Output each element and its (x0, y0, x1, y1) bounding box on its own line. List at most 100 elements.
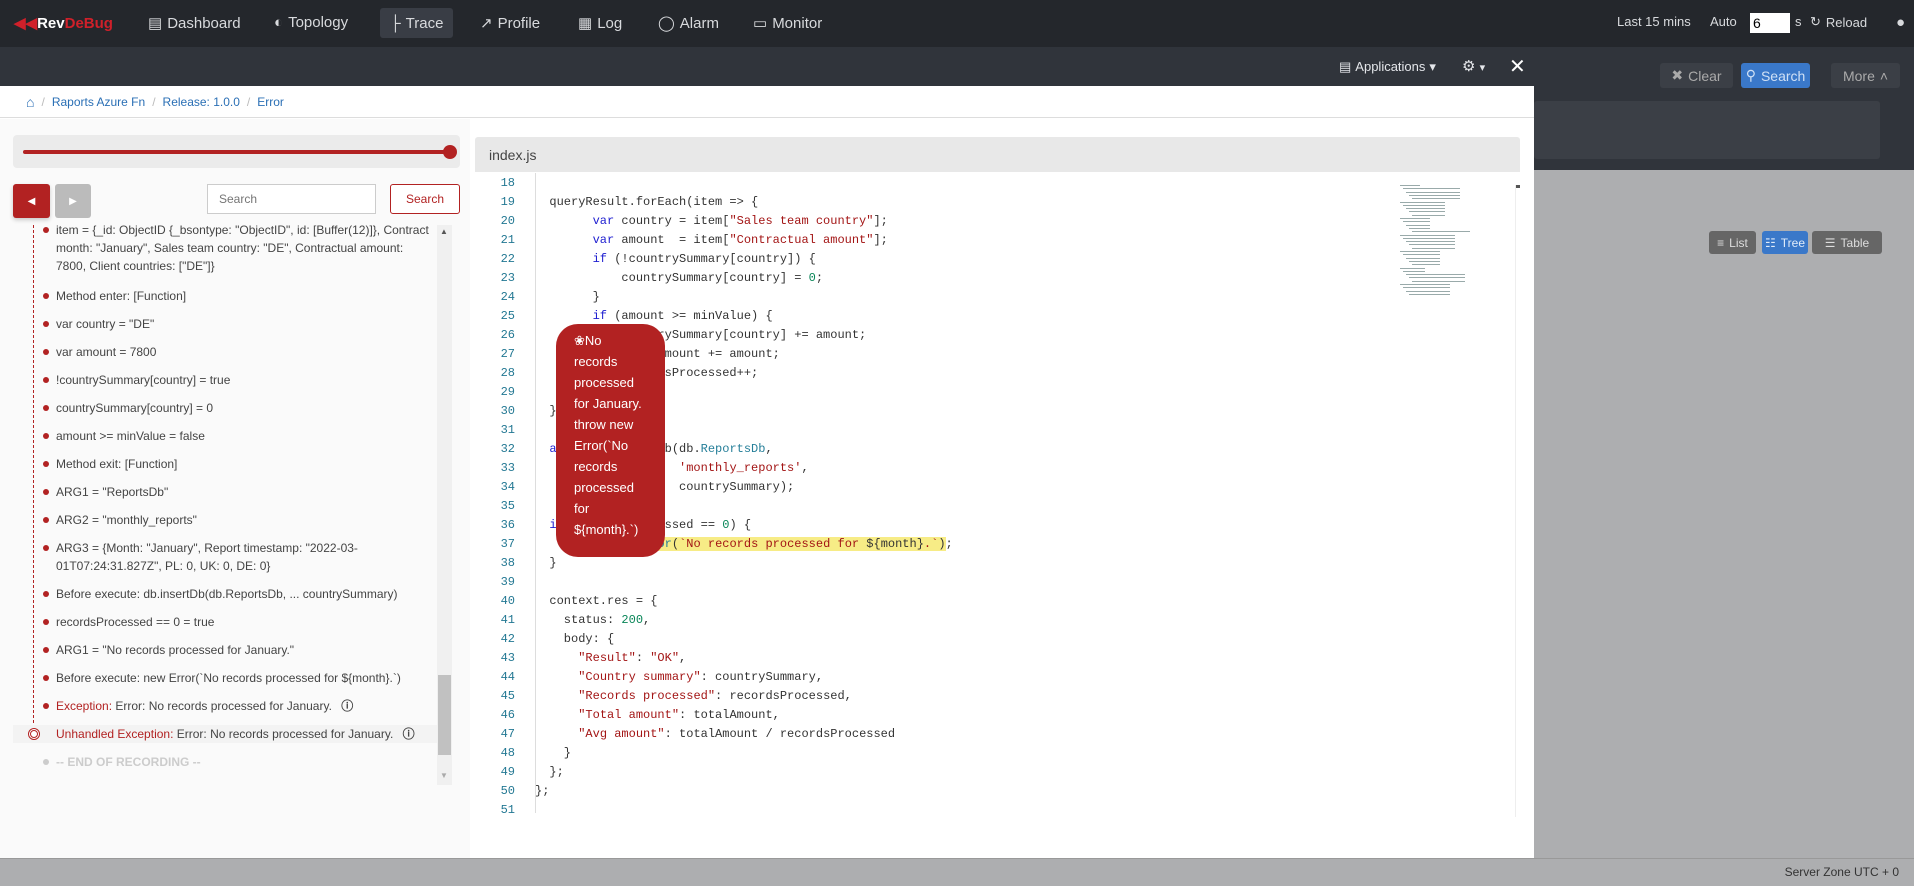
view-label: List (1729, 235, 1748, 250)
code-line[interactable]: 50}; (475, 782, 1375, 801)
info-icon[interactable]: ⓘ (338, 699, 353, 713)
line-code: "Avg amount": totalAmount / recordsProce… (535, 725, 895, 744)
step-forward-button[interactable]: ▶ (55, 184, 91, 218)
trace-item[interactable]: var country = "DE" (43, 315, 436, 333)
logo[interactable]: ◀◀RevDeBug (14, 14, 113, 32)
info-icon[interactable]: ⓘ (399, 727, 415, 741)
search-button[interactable]: ⚲ Search (1741, 63, 1810, 88)
code-line[interactable]: 21 var amount = item["Contractual amount… (475, 231, 1375, 250)
breadcrumb-error[interactable]: Error (257, 95, 284, 109)
code-line[interactable]: 42 body: { (475, 630, 1375, 649)
interval-input[interactable] (1750, 13, 1790, 33)
code-line[interactable]: 39 (475, 573, 1375, 592)
code-token: ]; (873, 214, 888, 228)
line-number: 23 (500, 271, 515, 285)
nav-profile[interactable]: ↗ Profile (480, 14, 540, 33)
code-line[interactable]: 44 "Country summary": countrySummary, (475, 668, 1375, 687)
trace-item[interactable]: -- END OF RECORDING -- (43, 753, 436, 771)
trace-item[interactable]: Before execute: new Error(`No records pr… (43, 669, 436, 687)
auto-text: Auto (1710, 14, 1737, 29)
line-number: 44 (500, 670, 515, 684)
line-code: var country = item["Sales team country"]… (535, 212, 888, 231)
trace-item[interactable]: Method exit: [Function] (43, 455, 436, 473)
view-list-button[interactable]: ≡ List (1709, 231, 1756, 254)
code-token: }; (535, 784, 550, 798)
time-range[interactable]: Last 15 mins (1617, 14, 1691, 29)
trace-search-button[interactable]: Search (390, 184, 460, 214)
code-line[interactable]: 23 countrySummary[country] = 0; (475, 269, 1375, 288)
trace-item[interactable]: Method enter: [Function] (43, 287, 436, 305)
trace-item[interactable]: Before execute: db.insertDb(db.ReportsDb… (43, 585, 436, 603)
reload-button[interactable]: ↻ Reload (1810, 14, 1867, 30)
code-token: queryResult.forEach(item => { (535, 195, 759, 209)
trace-item[interactable]: ARG1 = "ReportsDb" (43, 483, 436, 501)
nav-trace[interactable]: ├ Trace (380, 8, 454, 38)
trace-item[interactable]: ARG1 = "No records processed for January… (43, 641, 436, 659)
code-line[interactable]: 22 if (!countrySummary[country]) { (475, 250, 1375, 269)
trace-item[interactable]: !countrySummary[country] = true (43, 371, 436, 389)
trace-text: !countrySummary[country] = true (56, 373, 231, 387)
nav-log[interactable]: ▦ Log (578, 14, 622, 33)
nav-alarm[interactable]: ◯ Alarm (658, 14, 719, 33)
code-line[interactable]: 49 }; (475, 763, 1375, 782)
code-line[interactable]: 18 (475, 174, 1375, 193)
editor-scrollbar[interactable] (1515, 185, 1520, 817)
code-line[interactable]: 46 "Total amount": totalAmount, (475, 706, 1375, 725)
nav-topology[interactable]: ◐ Topology (274, 14, 348, 31)
home-icon[interactable]: ⌂ (26, 94, 34, 110)
nav-monitor[interactable]: ▭ Monitor (753, 14, 822, 33)
scrollbar-thumb[interactable] (438, 675, 451, 755)
minimap[interactable] (1390, 185, 1520, 305)
minimap-line (1412, 214, 1445, 216)
code-line[interactable]: 24 } (475, 288, 1375, 307)
user-icon[interactable]: ● (1896, 14, 1905, 31)
more-button[interactable]: More ˄ (1831, 63, 1900, 88)
trace-item[interactable]: var amount = 7800 (43, 343, 436, 361)
code-token: "Contractual amount" (729, 233, 874, 247)
top-navbar: ◀◀RevDeBug ▤ Dashboard ◐ Topology ├ Trace ↗… (0, 0, 1914, 47)
trace-dot-icon (43, 461, 49, 467)
code-line[interactable]: 51 (475, 801, 1375, 820)
step-back-button[interactable]: ◀ (13, 184, 50, 218)
view-tree-button[interactable]: ☷ Tree (1762, 231, 1808, 254)
nav-dashboard[interactable]: ▤ Dashboard (148, 14, 241, 33)
code-line[interactable]: 19 queryResult.forEach(item => { (475, 193, 1375, 212)
scroll-down-icon[interactable]: ▼ (440, 771, 448, 780)
line-number: 31 (500, 423, 515, 437)
code-line[interactable]: 43 "Result": "OK", (475, 649, 1375, 668)
code-line[interactable]: 48 } (475, 744, 1375, 763)
slider-thumb[interactable] (443, 145, 457, 159)
code-line[interactable]: 45 "Records processed": recordsProcessed… (475, 687, 1375, 706)
nav-label: Dashboard (167, 14, 241, 32)
trace-dot-icon (43, 545, 49, 551)
clear-button[interactable]: ✖ Clear (1660, 63, 1733, 88)
scroll-up-icon[interactable]: ▲ (440, 227, 448, 236)
trace-item[interactable]: ARG2 = "monthly_reports" (43, 511, 436, 529)
trace-item[interactable]: Exception: Error: No records processed f… (43, 697, 436, 715)
code-line[interactable]: 40 context.res = { (475, 592, 1375, 611)
trace-dot-icon (43, 647, 49, 653)
code-line[interactable]: 47 "Avg amount": totalAmount / recordsPr… (475, 725, 1375, 744)
trace-search-input[interactable] (207, 184, 376, 214)
code-line[interactable]: 41 status: 200, (475, 611, 1375, 630)
file-tab[interactable]: index.js (475, 137, 1520, 172)
line-number: 35 (500, 499, 515, 513)
settings-dropdown[interactable]: ⚙ ▾ (1462, 57, 1485, 75)
scrollbar[interactable]: ▲ ▼ (437, 225, 452, 785)
trace-item[interactable]: recordsProcessed == 0 = true (43, 613, 436, 631)
applications-dropdown[interactable]: ▤ Applications ▾ (1339, 59, 1436, 75)
timeline-slider[interactable] (13, 135, 460, 168)
trace-item[interactable]: item = {_id: ObjectID {_bsontype: "Objec… (43, 225, 436, 275)
view-table-button[interactable]: ☰ Table (1812, 231, 1882, 254)
trace-item[interactable]: countrySummary[country] = 0 (43, 399, 436, 417)
trace-item[interactable]: Unhandled Exception: Error: No records p… (13, 725, 438, 743)
close-icon[interactable]: ✕ (1509, 54, 1526, 79)
trace-item[interactable]: amount >= minValue = false (43, 427, 436, 445)
code-token: : totalAmount, (679, 708, 780, 722)
trace-item[interactable]: ARG3 = {Month: "January", Report timesta… (43, 539, 436, 575)
breadcrumb-app[interactable]: Raports Azure Fn (52, 95, 145, 109)
code-line[interactable]: 20 var country = item["Sales team countr… (475, 212, 1375, 231)
breadcrumb-release[interactable]: Release: 1.0.0 (163, 95, 240, 109)
